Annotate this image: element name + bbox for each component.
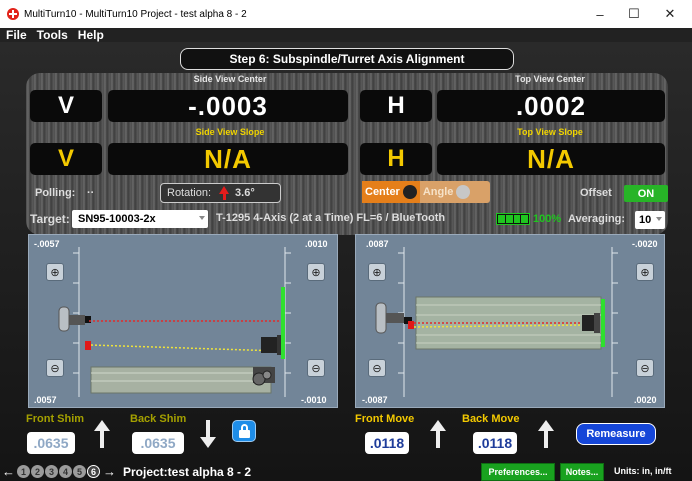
- close-button[interactable]: ✕: [648, 0, 692, 28]
- offset-label: Offset: [580, 187, 612, 199]
- side-scale-bottom-right: -.0010: [301, 395, 327, 405]
- center-label: Center: [365, 186, 400, 198]
- rotation-label: Rotation:: [167, 187, 212, 199]
- step-6[interactable]: 6: [87, 465, 100, 478]
- zoom-out-icon[interactable]: ⊖: [307, 359, 325, 377]
- top-view-slope-label: Top View Slope: [517, 127, 583, 137]
- top-view-center-label: Top View Center: [515, 74, 585, 84]
- step-2[interactable]: 2: [31, 465, 44, 478]
- zoom-in-icon[interactable]: ⊕: [46, 263, 64, 281]
- side-view-drawing: [58, 247, 291, 397]
- front-shim-label: Front Shim: [26, 413, 85, 425]
- back-shim-value: .0635: [132, 432, 184, 454]
- zoom-out-icon[interactable]: ⊖: [46, 359, 64, 377]
- target-light-icon: [456, 185, 471, 199]
- next-step-icon[interactable]: →: [103, 464, 116, 479]
- remeasure-button[interactable]: Remeasure: [576, 423, 656, 445]
- target-value: SN95-10003-2x: [78, 213, 156, 225]
- arrow-up-icon: [538, 420, 554, 448]
- side-view-slope-label: Side View Slope: [195, 127, 265, 137]
- zoom-in-icon[interactable]: ⊕: [307, 263, 325, 281]
- zoom-in-icon[interactable]: ⊕: [636, 263, 654, 281]
- front-move-label: Front Move: [355, 413, 415, 425]
- arrow-up-icon: [94, 420, 110, 448]
- units-label: Units: in, in/ft: [614, 466, 672, 476]
- rotation-value: 3.6°: [235, 187, 255, 199]
- averaging-value: 10: [639, 214, 652, 226]
- top-scale-bottom-left: -.0087: [362, 395, 388, 405]
- back-move-value: .0118: [473, 432, 517, 454]
- notes-button[interactable]: Notes...: [560, 463, 604, 481]
- preferences-button[interactable]: Preferences...: [481, 463, 555, 481]
- center-option[interactable]: Center: [362, 181, 420, 203]
- side-scale-top-left: -.0057: [34, 239, 60, 249]
- top-view-panel: .0087 -.0087 -.0020 .0020 ⊕ ⊕ ⊖ ⊖: [355, 234, 665, 408]
- menu-file[interactable]: File: [6, 28, 27, 42]
- lock-icon[interactable]: [232, 420, 256, 442]
- menu-tools[interactable]: Tools: [37, 28, 68, 42]
- top-scale-top-right: -.0020: [632, 239, 658, 249]
- step-title: Step 6: Subspindle/Turret Axis Alignment: [180, 48, 514, 70]
- angle-option[interactable]: Angle: [420, 181, 474, 203]
- target-label: Target:: [30, 212, 70, 226]
- top-center-value: .0002: [437, 90, 665, 122]
- title-bar: MultiTurn10 - MultiTurn10 Project - test…: [0, 0, 692, 28]
- side-scale-bottom-left: .0057: [34, 395, 57, 405]
- side-view-center-label: Side View Center: [193, 74, 267, 84]
- center-angle-toggle[interactable]: Center Angle: [362, 181, 490, 203]
- side-scale-top-right: .0010: [305, 239, 328, 249]
- zoom-out-icon[interactable]: ⊖: [636, 359, 654, 377]
- project-name: Project:test alpha 8 - 2: [123, 464, 252, 479]
- step-4[interactable]: 4: [59, 465, 72, 478]
- arrow-up-icon: [430, 420, 446, 448]
- rotation-arrow-icon: [219, 186, 230, 200]
- chevron-down-icon: [656, 217, 662, 221]
- window-title: MultiTurn10 - MultiTurn10 Project - test…: [24, 8, 247, 20]
- step-5[interactable]: 5: [73, 465, 86, 478]
- zoom-out-icon[interactable]: ⊖: [368, 359, 386, 377]
- app-logo-icon: [7, 8, 19, 20]
- menu-bar: File Tools Help: [0, 28, 692, 42]
- rotation-display: Rotation: 3.6°: [160, 183, 281, 203]
- side-slope-value: N/A: [108, 143, 348, 175]
- step-1[interactable]: 1: [17, 465, 30, 478]
- back-move-label: Back Move: [462, 413, 520, 425]
- chevron-down-icon: [199, 216, 205, 220]
- averaging-label: Averaging:: [568, 213, 626, 225]
- step-3[interactable]: 3: [45, 465, 58, 478]
- side-center-axis: V: [30, 90, 102, 122]
- target-description: T-1295 4-Axis (2 at a Time) FL=6 / BlueT…: [216, 212, 446, 224]
- target-select[interactable]: SN95-10003-2x: [72, 210, 208, 228]
- battery-percent: 100%: [533, 213, 562, 225]
- offset-toggle[interactable]: ON: [624, 185, 668, 202]
- top-slope-value: N/A: [437, 143, 665, 175]
- angle-label: Angle: [422, 186, 454, 198]
- polling-label: Polling:: [35, 187, 76, 199]
- previous-step-icon[interactable]: ←: [2, 464, 15, 479]
- side-view-panel: -.0057 .0057 .0010 -.0010 ⊕ ⊕ ⊖ ⊖: [28, 234, 338, 408]
- top-view-drawing: [375, 247, 618, 397]
- top-slope-axis: H: [360, 143, 432, 175]
- target-dark-icon: [402, 185, 417, 199]
- front-shim-value: .0635: [27, 432, 75, 454]
- averaging-select[interactable]: 10: [635, 211, 665, 229]
- top-scale-bottom-right: .0020: [634, 395, 657, 405]
- top-scale-top-left: .0087: [366, 239, 389, 249]
- polling-indicator: ··: [87, 187, 95, 199]
- arrow-down-icon: [200, 420, 216, 448]
- battery-icon: [496, 213, 530, 225]
- side-slope-axis: V: [30, 143, 102, 175]
- menu-help[interactable]: Help: [78, 28, 104, 42]
- side-center-value: -.0003: [108, 90, 348, 122]
- zoom-in-icon[interactable]: ⊕: [368, 263, 386, 281]
- top-center-axis: H: [360, 90, 432, 122]
- back-shim-label: Back Shim: [130, 413, 187, 425]
- front-move-value: .0118: [365, 432, 409, 454]
